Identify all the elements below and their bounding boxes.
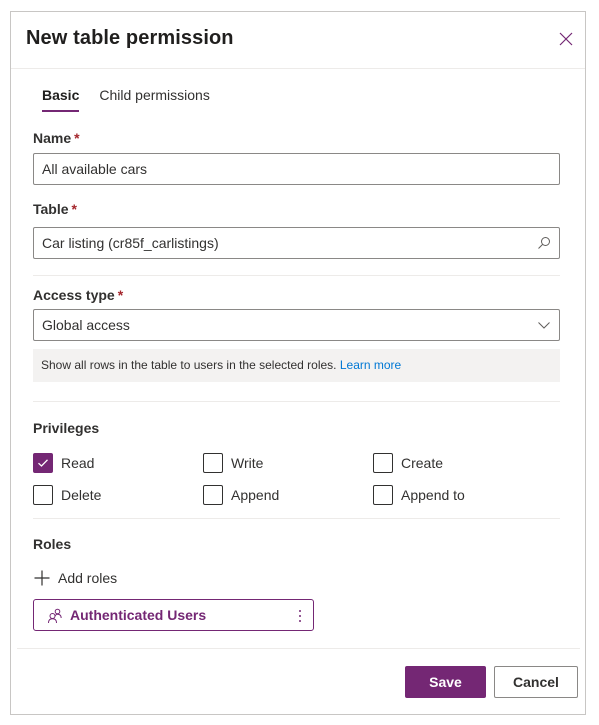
description-text: Show all rows in the table to users in t… bbox=[41, 358, 337, 372]
role-chip[interactable]: Authenticated Users bbox=[33, 599, 314, 631]
checkbox-label: Append to bbox=[401, 487, 465, 503]
dialog-header: New table permission bbox=[11, 12, 585, 69]
checkmark-icon bbox=[37, 457, 49, 469]
tab-list: Basic Child permissions bbox=[42, 86, 230, 112]
roles-label: Roles bbox=[33, 536, 72, 552]
required-mark: * bbox=[74, 130, 80, 146]
privilege-append-to-checkbox[interactable]: Append to bbox=[373, 485, 465, 505]
close-icon bbox=[557, 30, 575, 48]
checkbox-label: Write bbox=[231, 455, 264, 471]
access-type-label-text: Access type bbox=[33, 287, 115, 303]
privilege-read-checkbox[interactable]: Read bbox=[33, 453, 94, 473]
access-type-selected: Global access bbox=[42, 317, 130, 333]
privilege-append-checkbox[interactable]: Append bbox=[203, 485, 279, 505]
learn-more-link[interactable]: Learn more bbox=[340, 358, 401, 372]
section-divider bbox=[33, 401, 560, 402]
checkbox-box bbox=[33, 453, 53, 473]
section-divider bbox=[33, 518, 560, 519]
footer-divider bbox=[17, 648, 580, 649]
name-input-value: All available cars bbox=[42, 161, 148, 177]
more-options-icon[interactable] bbox=[297, 608, 303, 624]
tab-child-permissions[interactable]: Child permissions bbox=[99, 86, 209, 112]
chevron-down-icon bbox=[537, 318, 551, 332]
access-type-label: Access type * bbox=[33, 287, 123, 303]
checkbox-box bbox=[373, 485, 393, 505]
privilege-write-checkbox[interactable]: Write bbox=[203, 453, 263, 473]
new-table-permission-dialog: New table permission Basic Child permiss… bbox=[10, 11, 586, 715]
required-mark: * bbox=[117, 287, 124, 303]
cancel-button[interactable]: Cancel bbox=[494, 666, 578, 698]
checkbox-box bbox=[33, 485, 53, 505]
save-button[interactable]: Save bbox=[405, 666, 486, 698]
table-input-value: Car listing (cr85f_carlistings) bbox=[42, 235, 219, 251]
add-roles-label: Add roles bbox=[58, 570, 118, 586]
add-roles-button[interactable]: Add roles bbox=[33, 568, 117, 588]
role-name: Authenticated Users bbox=[70, 607, 207, 623]
checkbox-label: Append bbox=[231, 487, 280, 503]
privilege-delete-checkbox[interactable]: Delete bbox=[33, 485, 101, 505]
people-icon bbox=[47, 608, 63, 624]
privileges-label: Privileges bbox=[33, 420, 100, 436]
access-type-description: Show all rows in the table to users in t… bbox=[33, 349, 560, 382]
checkbox-label: Create bbox=[401, 455, 444, 471]
checkbox-box bbox=[203, 453, 223, 473]
checkbox-box bbox=[373, 453, 393, 473]
dialog-title: New table permission bbox=[26, 27, 234, 49]
close-button[interactable] bbox=[557, 30, 575, 48]
tab-basic[interactable]: Basic bbox=[42, 86, 80, 112]
plus-icon bbox=[33, 569, 51, 587]
checkbox-label: Read bbox=[61, 455, 95, 471]
required-mark: * bbox=[71, 201, 77, 217]
checkbox-label: Delete bbox=[61, 487, 102, 503]
privilege-create-checkbox[interactable]: Create bbox=[373, 453, 443, 473]
table-lookup-input[interactable]: Car listing (cr85f_carlistings) bbox=[33, 227, 560, 259]
name-label: Name * bbox=[33, 130, 80, 146]
table-label: Table * bbox=[33, 201, 77, 217]
table-label-text: Table bbox=[33, 201, 69, 217]
name-label-text: Name bbox=[33, 130, 72, 146]
checkbox-box bbox=[203, 485, 223, 505]
name-input[interactable]: All available cars bbox=[33, 153, 560, 185]
access-type-dropdown[interactable]: Global access bbox=[33, 309, 560, 341]
search-icon[interactable] bbox=[537, 236, 551, 250]
section-divider bbox=[33, 275, 560, 276]
